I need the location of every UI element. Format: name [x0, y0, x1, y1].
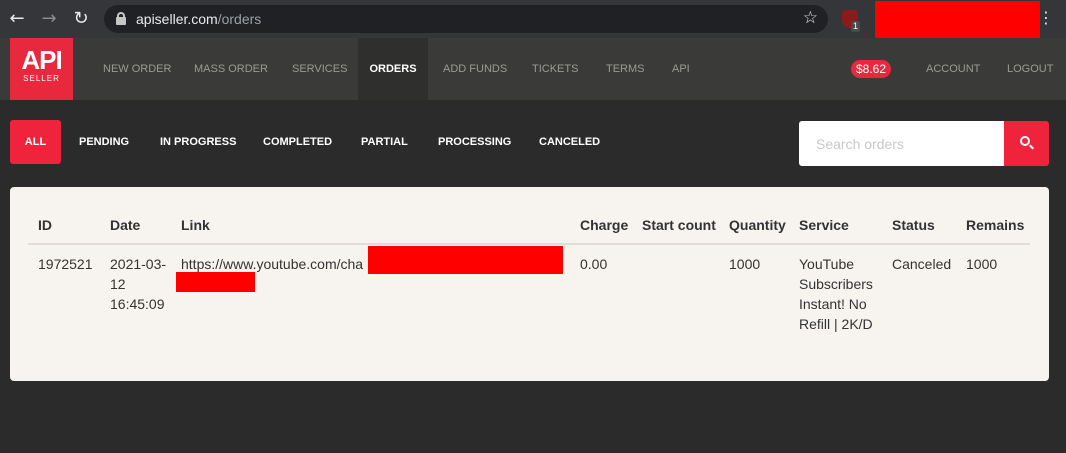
order-service-line: YouTube: [799, 256, 855, 272]
order-service: YouTube Subscribers Instant! No Refill |…: [799, 254, 873, 334]
address-url: apiseller.com/orders: [136, 11, 261, 27]
nav-account[interactable]: ACCOUNT: [926, 38, 980, 100]
nav-add-funds[interactable]: ADD FUNDS: [443, 38, 507, 100]
order-id: 1972521: [38, 256, 93, 272]
logo-text: API: [21, 45, 62, 75]
nav-logout[interactable]: LOGOUT: [1007, 38, 1053, 100]
nav-tickets[interactable]: TICKETS: [532, 38, 578, 100]
order-remains: 1000: [966, 256, 998, 272]
order-link[interactable]: https://www.youtube.com/cha: [181, 254, 363, 274]
col-header-service[interactable]: Service: [799, 217, 849, 233]
filter-partial[interactable]: PARTIAL: [361, 120, 408, 164]
header-divider: [28, 243, 1030, 245]
order-service-line: Instant! No: [799, 296, 867, 312]
extension-badge: 1: [851, 21, 861, 32]
url-domain: apiseller.com: [136, 11, 218, 27]
order-date: 2021-03- 12 16:45:09: [110, 254, 166, 314]
balance-badge[interactable]: $8.62: [851, 60, 892, 78]
col-header-start-count[interactable]: Start count: [642, 217, 716, 233]
col-header-quantity[interactable]: Quantity: [729, 217, 786, 233]
filter-canceled[interactable]: CANCELED: [539, 120, 600, 164]
logo-subtext: SELLER: [23, 74, 60, 83]
back-arrow-icon[interactable]: ←: [6, 8, 28, 30]
order-date-line: 12: [110, 276, 126, 292]
search-input[interactable]: [799, 121, 1004, 166]
order-time-line: 16:45:09: [110, 296, 165, 312]
order-quantity: 1000: [729, 256, 761, 272]
order-service-line: Subscribers: [799, 276, 873, 292]
reload-icon[interactable]: ↻: [70, 8, 92, 30]
redacted-area: [875, 1, 1040, 41]
address-bar[interactable]: apiseller.com/orders ☆: [104, 5, 828, 33]
nav-services[interactable]: SERVICES: [292, 38, 347, 100]
filter-in-progress[interactable]: IN PROGRESS: [160, 120, 236, 164]
col-header-id[interactable]: ID: [38, 217, 52, 233]
lock-icon: [116, 12, 126, 25]
col-header-remains[interactable]: Remains: [966, 217, 1024, 233]
nav-api[interactable]: API: [672, 38, 690, 100]
col-header-date[interactable]: Date: [110, 217, 140, 233]
forward-arrow-icon[interactable]: →: [38, 8, 60, 30]
filter-pending[interactable]: PENDING: [79, 120, 129, 164]
url-path: /orders: [217, 11, 262, 27]
nav-orders[interactable]: ORDERS: [358, 38, 428, 100]
col-header-charge[interactable]: Charge: [580, 217, 628, 233]
browser-menu-icon[interactable]: ⋮: [1038, 8, 1054, 28]
site-logo[interactable]: API SELLER: [10, 38, 73, 100]
browser-toolbar: ← → ↻ apiseller.com/orders ☆ 1 ⋮: [0, 0, 1066, 41]
bookmark-star-icon[interactable]: ☆: [803, 8, 818, 28]
order-charge: 0.00: [580, 256, 608, 272]
order-status: Canceled: [892, 256, 952, 272]
col-header-status[interactable]: Status: [892, 217, 935, 233]
nav-terms[interactable]: TERMS: [606, 38, 645, 100]
order-date-line: 2021-03-: [110, 256, 167, 272]
filter-completed[interactable]: COMPLETED: [263, 120, 332, 164]
col-header-link[interactable]: Link: [181, 217, 210, 233]
filter-processing[interactable]: PROCESSING: [438, 120, 511, 164]
search-button[interactable]: [1004, 121, 1049, 166]
site-navbar: API SELLER NEW ORDER MASS ORDER SERVICES…: [0, 38, 1066, 100]
filter-all[interactable]: ALL: [10, 120, 61, 164]
redacted-link: [368, 246, 563, 274]
nav-mass-order[interactable]: MASS ORDER: [194, 38, 268, 100]
nav-new-order[interactable]: NEW ORDER: [103, 38, 171, 100]
orders-table: ID Date Link Charge Start count Quantity…: [10, 187, 1049, 381]
order-service-line: Refill | 2K/D: [799, 316, 873, 332]
redacted-link: [176, 272, 255, 292]
